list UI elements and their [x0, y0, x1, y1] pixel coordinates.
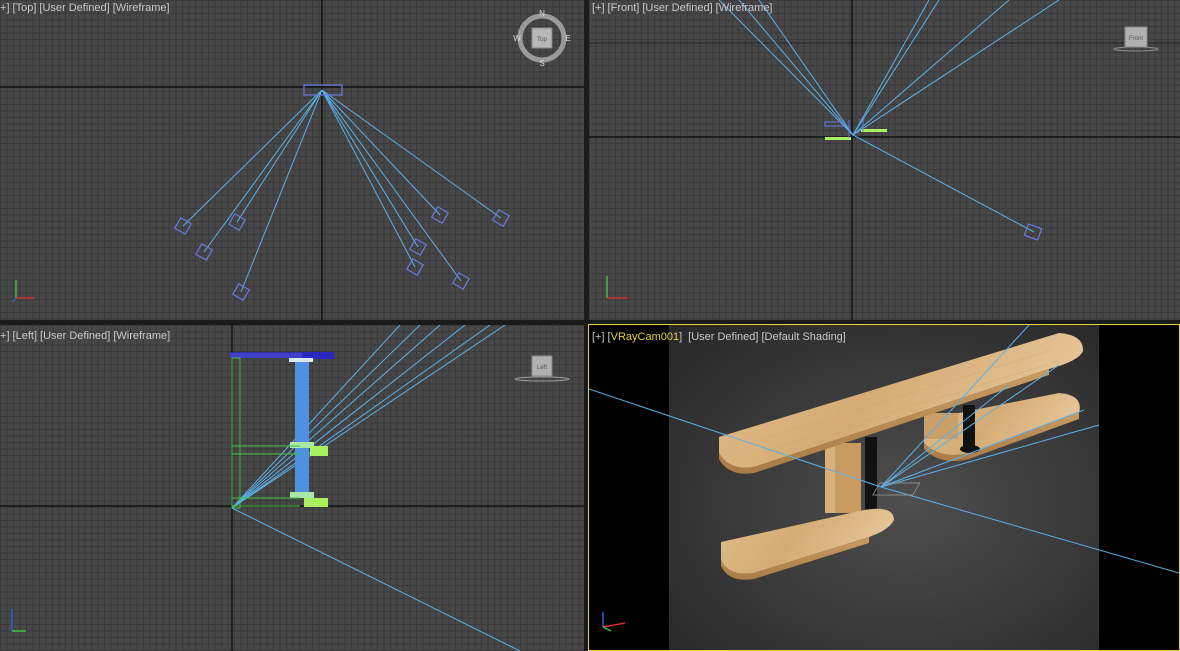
light-lines [182, 89, 502, 293]
viewport-label[interactable]: [+] [VRayCam001] [User Defined] [Default Sh… [592, 331, 849, 343]
viewport-view-menu[interactable]: [Left] [13, 330, 37, 342]
bracket-close: ] [679, 331, 683, 343]
viewport-view-menu[interactable]: [Front] [608, 2, 640, 14]
light-lines [231, 325, 521, 651]
viewport-camera[interactable]: [+] [VRayCam001] [User Defined] [Default Sh… [588, 324, 1180, 651]
viewport-shading-menu[interactable]: [Wireframe] [113, 2, 170, 14]
viewport-camera-menu[interactable]: [VRayCam001] [608, 331, 686, 343]
viewport-plus-menu[interactable]: [+] [592, 2, 605, 14]
viewport-front[interactable]: [+] [Front] [User Defined] [Wireframe] Fron… [589, 0, 1180, 320]
light-lines [718, 0, 1060, 233]
viewport-mode-menu[interactable]: [User Defined] [688, 331, 758, 343]
left-scene [0, 325, 584, 651]
axis-tripod-icon [606, 276, 627, 299]
top-scene [0, 0, 584, 320]
viewport-mode-menu[interactable]: [User Defined] [39, 2, 109, 14]
viewport-shading-menu[interactable]: [Wireframe] [716, 2, 773, 14]
viewport-label[interactable]: [+] [Front] [User Defined] [Wireframe] [592, 2, 776, 14]
viewport-plus-menu[interactable]: [+] [0, 330, 10, 342]
viewport-shading-menu[interactable]: [Wireframe] [113, 330, 170, 342]
axis-tripod-icon [602, 612, 626, 632]
viewport-left[interactable]: [+][Left][User Defined][Wireframe] [0, 325, 584, 651]
compass-icon[interactable]: Top N S E W [512, 8, 572, 68]
svg-text:Top: Top [537, 37, 547, 43]
camera-render [589, 325, 1179, 650]
viewport-mode-menu[interactable]: [User Defined] [40, 330, 110, 342]
viewport-label[interactable]: [+][Top][User Defined] [Wireframe] [0, 2, 173, 14]
viewport-mode-menu[interactable]: [User Defined] [642, 2, 712, 14]
viewport-label[interactable]: [+][Left][User Defined][Wireframe] [0, 330, 173, 342]
axis-tripod-icon [11, 280, 34, 303]
svg-text:E: E [565, 34, 570, 43]
svg-text:Front: Front [1129, 36, 1143, 42]
camera-name: VRayCam001 [610, 331, 680, 343]
svg-text:Left: Left [537, 365, 547, 371]
viewport-plus-menu[interactable]: [+] [0, 2, 10, 14]
viewport-plus-menu[interactable]: [+] [592, 331, 605, 343]
svg-text:N: N [539, 9, 545, 18]
axis-tripod-icon [11, 609, 26, 632]
viewport-top[interactable]: [+][Top][User Defined] [Wireframe] [0, 0, 584, 320]
viewcube-icon[interactable]: Front [1111, 24, 1161, 54]
viewport-shading-menu[interactable]: [Default Shading] [761, 331, 845, 343]
viewcube-icon[interactable]: Left [512, 353, 572, 389]
svg-text:S: S [539, 59, 544, 68]
viewport-view-menu[interactable]: [Top] [13, 2, 37, 14]
bench-side-view[interactable] [230, 352, 334, 509]
svg-text:W: W [513, 34, 521, 43]
front-scene [589, 0, 1180, 320]
